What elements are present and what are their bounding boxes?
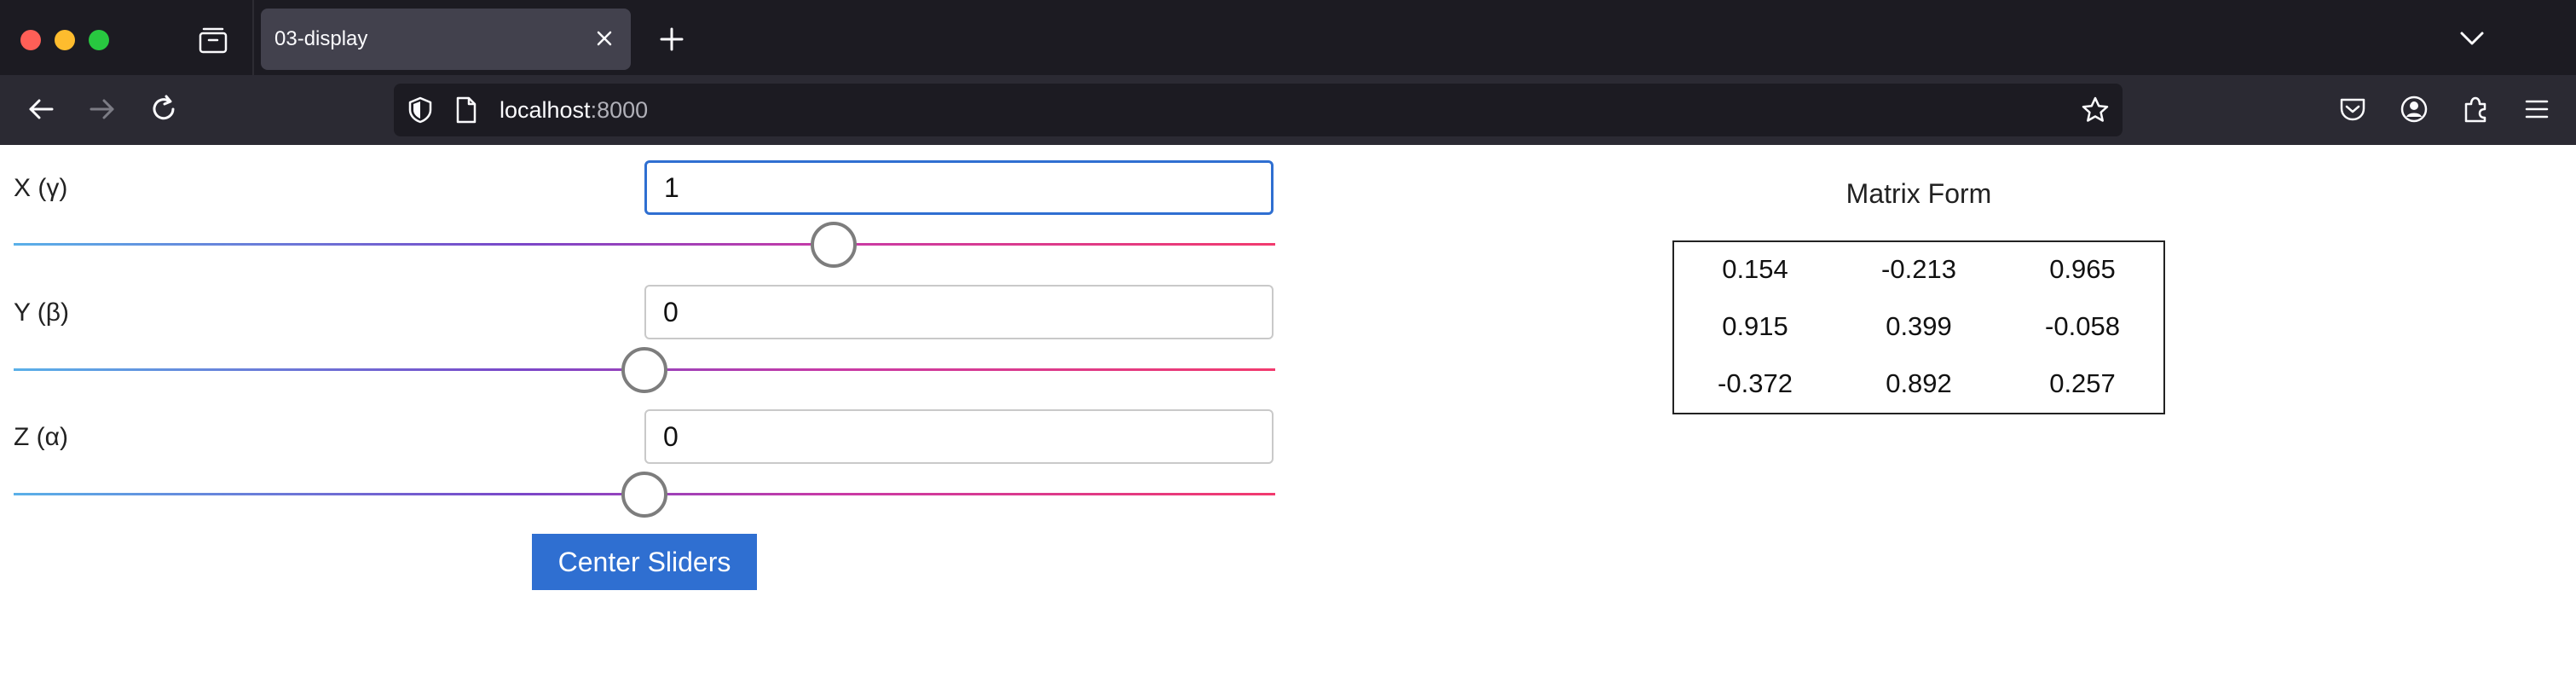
- tab-title: 03-display: [274, 27, 368, 50]
- browser-tab-bar: 03-display: [0, 0, 2576, 75]
- x-gamma-slider-thumb[interactable]: [811, 222, 857, 268]
- url-host: localhost: [500, 97, 591, 123]
- y-beta-label: Y (β): [14, 298, 70, 327]
- browser-nav-bar: localhost:8000: [0, 75, 2576, 145]
- reload-icon[interactable]: [147, 92, 181, 126]
- address-bar[interactable]: localhost:8000: [394, 84, 2123, 136]
- chevron-down-icon[interactable]: [2457, 26, 2487, 51]
- x-gamma-slider-track[interactable]: [14, 243, 1275, 246]
- matrix-cell: -0.372: [1718, 368, 1793, 398]
- new-tab-plus-icon[interactable]: [656, 24, 687, 55]
- account-icon[interactable]: [2397, 92, 2431, 126]
- matrix-cell: 0.154: [1722, 254, 1788, 284]
- bookmark-star-icon[interactable]: [2080, 95, 2111, 125]
- tab-separator: [252, 0, 254, 75]
- y-beta-slider-thumb[interactable]: [621, 347, 667, 393]
- shield-icon[interactable]: [406, 96, 435, 124]
- y-beta-input[interactable]: [644, 285, 1274, 339]
- window-minimize-button[interactable]: [55, 30, 75, 50]
- x-gamma-label: X (γ): [14, 174, 68, 202]
- pocket-icon[interactable]: [2336, 92, 2370, 126]
- matrix-title: Matrix Form: [1845, 178, 1992, 209]
- matrix-table: 0.154 -0.213 0.965 0.915 0.399 -0.058 -0…: [1672, 240, 2165, 414]
- url-port: :8000: [590, 97, 649, 123]
- center-sliders-button[interactable]: Center Sliders: [532, 534, 757, 590]
- matrix-cell: 0.965: [2049, 254, 2116, 284]
- window-close-button[interactable]: [20, 30, 41, 50]
- page-info-icon[interactable]: [453, 96, 479, 124]
- extensions-icon[interactable]: [2458, 92, 2492, 126]
- forward-arrow-icon[interactable]: [85, 92, 119, 126]
- matrix-cell: 0.257: [2049, 368, 2116, 398]
- menu-hamburger-icon[interactable]: [2520, 92, 2554, 126]
- z-alpha-input[interactable]: [644, 409, 1274, 464]
- close-icon[interactable]: [592, 26, 617, 51]
- matrix-cell: 0.399: [1886, 311, 1952, 341]
- url-text[interactable]: localhost:8000: [500, 97, 648, 124]
- z-alpha-slider-thumb[interactable]: [621, 472, 667, 518]
- browser-tab-active[interactable]: 03-display: [261, 9, 631, 70]
- back-arrow-icon[interactable]: [24, 92, 58, 126]
- matrix-cell: -0.213: [1881, 254, 1956, 284]
- matrix-cell: -0.058: [2045, 311, 2120, 341]
- matrix-cell: 0.915: [1722, 311, 1788, 341]
- z-alpha-label: Z (α): [14, 423, 68, 451]
- window-maximize-button[interactable]: [89, 30, 109, 50]
- x-gamma-input[interactable]: [644, 160, 1274, 215]
- matrix-cell: 0.892: [1886, 368, 1952, 398]
- tab-manager-icon[interactable]: [198, 26, 228, 55]
